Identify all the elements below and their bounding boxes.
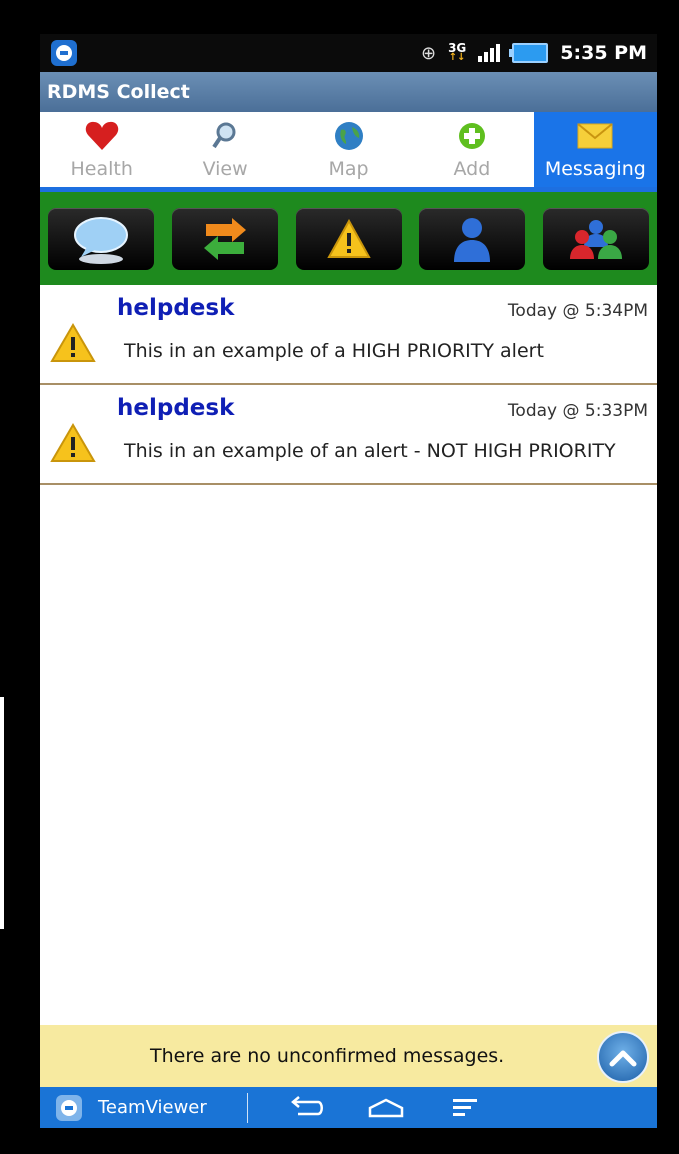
group-icon — [570, 219, 622, 259]
teamviewer-label[interactable]: TeamViewer — [98, 1097, 207, 1118]
scroll-up-button[interactable] — [597, 1031, 649, 1083]
home-button[interactable] — [364, 1093, 408, 1123]
chevron-up-icon — [609, 1050, 637, 1067]
user-icon — [454, 217, 491, 262]
tab-map[interactable]: Map — [287, 112, 410, 187]
tab-bar: Health View Map Add Messaging — [40, 112, 657, 192]
teamviewer-icon — [51, 40, 77, 66]
heart-icon — [85, 120, 119, 152]
envelope-icon — [577, 120, 613, 152]
status-time: 5:35 PM — [560, 42, 647, 64]
tab-label: Map — [328, 158, 369, 180]
menu-button[interactable] — [444, 1093, 488, 1123]
battery-icon — [509, 43, 549, 63]
tab-messaging[interactable]: Messaging — [533, 112, 657, 187]
phone-screen: ⊕ 3G↑↓ 5:35 PM RDMS Collect Health View — [40, 34, 657, 1128]
tab-health[interactable]: Health — [40, 112, 163, 187]
plus-icon — [457, 120, 487, 152]
warning-icon — [50, 423, 96, 462]
tab-label: Health — [70, 158, 133, 180]
signal-icon — [478, 44, 501, 62]
magnifier-icon — [210, 120, 240, 152]
tab-label: Add — [453, 158, 491, 180]
message-text: This in an example of an alert - NOT HIG… — [124, 440, 616, 462]
notice-text: There are no unconfirmed messages. — [150, 1045, 505, 1067]
divider — [246, 1092, 248, 1123]
back-button[interactable] — [284, 1093, 328, 1123]
chat-bubble-icon — [74, 216, 128, 264]
network-3g-icon: 3G ↑↓ — [448, 41, 467, 63]
status-bar: ⊕ 3G ↑↓ 5:35 PM — [40, 34, 657, 72]
new-message-button[interactable] — [48, 207, 154, 270]
unconfirmed-notice: There are no unconfirmed messages. — [40, 1025, 657, 1087]
message-sender: helpdesk — [117, 395, 235, 421]
message-item[interactable]: helpdesk Today @ 5:33PM This in an examp… — [40, 385, 657, 485]
tab-add[interactable]: Add — [410, 112, 533, 187]
app-title: RDMS Collect — [47, 81, 190, 103]
warning-icon — [326, 218, 371, 258]
side-line-decoration — [0, 697, 4, 929]
tab-label: View — [202, 158, 248, 180]
gps-icon: ⊕ — [420, 42, 437, 64]
refresh-button[interactable] — [171, 207, 278, 270]
message-text: This in an example of a HIGH PRIORITY al… — [124, 340, 544, 362]
contact-button[interactable] — [419, 207, 526, 270]
back-icon — [290, 1095, 323, 1115]
alerts-button[interactable] — [295, 207, 402, 270]
app-title-bar: RDMS Collect — [40, 72, 657, 112]
tab-view[interactable]: View — [163, 112, 286, 187]
message-toolbar — [40, 192, 657, 285]
globe-icon — [333, 120, 365, 152]
message-item[interactable]: helpdesk Today @ 5:34PM This in an examp… — [40, 285, 657, 385]
teamviewer-icon[interactable] — [56, 1094, 82, 1121]
warning-icon — [50, 323, 96, 362]
group-button[interactable] — [543, 207, 649, 270]
message-sender: helpdesk — [117, 295, 235, 321]
system-bottom-bar: TeamViewer — [40, 1087, 657, 1128]
home-icon — [368, 1098, 404, 1117]
menu-icon — [452, 1098, 477, 1116]
refresh-icon — [203, 217, 246, 260]
message-time: Today @ 5:33PM — [507, 401, 648, 421]
tab-label: Messaging — [544, 158, 646, 180]
message-time: Today @ 5:34PM — [507, 301, 648, 321]
